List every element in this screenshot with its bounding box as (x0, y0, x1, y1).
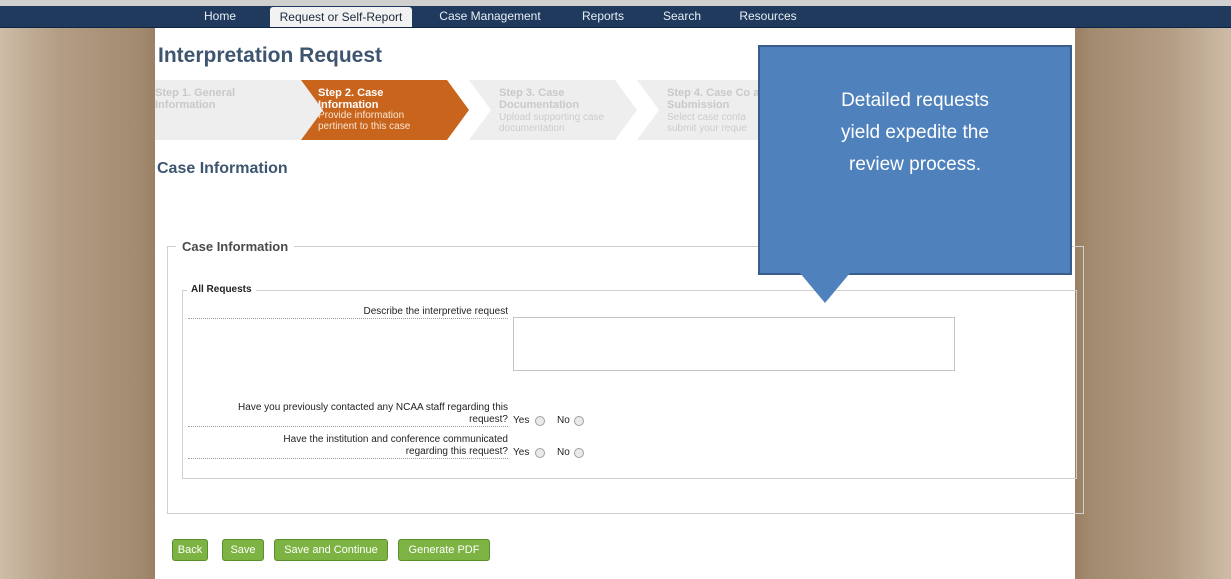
q1-label: Have you previously contacted any NCAA s… (188, 402, 508, 427)
q1-label-line2: request? (469, 414, 508, 425)
step-2-title: Step 2. Case Information (318, 87, 384, 111)
q2-yes-label: Yes (513, 447, 530, 458)
back-button[interactable]: Back (172, 539, 208, 561)
callout-line-2: yield expedite the (841, 122, 989, 143)
nav-search[interactable]: Search (652, 6, 712, 27)
nav-reports[interactable]: Reports (568, 6, 638, 27)
q2-no-label: No (557, 447, 570, 458)
q1-no-radio[interactable] (574, 416, 584, 426)
all-requests-group: All Requests Describe the interpretive r… (182, 284, 1077, 479)
step-3-desc: Upload supporting case documentation (499, 112, 605, 134)
callout-line-3: review process. (849, 154, 981, 175)
callout-line-1: Detailed requests (841, 90, 989, 111)
step-1[interactable]: Step 1. General Information (155, 80, 323, 140)
describe-label: Describe the interpretive request (188, 306, 508, 319)
case-information-fieldset: Case Information All Requests Describe t… (167, 239, 1084, 514)
step-2-desc: Provide information pertinent to this ca… (318, 110, 411, 132)
save-button[interactable]: Save (222, 539, 264, 561)
nav-home[interactable]: Home (190, 6, 250, 27)
describe-textarea[interactable] (513, 317, 955, 371)
step-3-title: Step 3. Case Documentation (499, 87, 580, 111)
fieldset-legend: Case Information (176, 239, 295, 254)
q2-yes-radio[interactable] (535, 448, 545, 458)
save-and-continue-button[interactable]: Save and Continue (274, 539, 388, 561)
nav-case-management[interactable]: Case Management (430, 6, 550, 27)
step-3[interactable]: Step 3. Case Documentation Upload suppor… (469, 80, 637, 140)
tip-callout: Detailed requests yield expedite the rev… (758, 45, 1072, 275)
section-title: Case Information (157, 160, 288, 177)
q1-label-line1: Have you previously contacted any NCAA s… (238, 402, 508, 413)
callout-text: Detailed requests yield expedite the rev… (760, 85, 1070, 181)
main-nav: Home Request or Self-Report Case Managem… (0, 6, 1231, 28)
callout-pointer (800, 273, 850, 303)
q2-label: Have the institution and conference comm… (188, 434, 508, 459)
q2-label-line2: regarding this request? (405, 446, 508, 457)
q1-yes-label: Yes (513, 415, 530, 426)
q1-no-label: No (557, 415, 570, 426)
inner-legend: All Requests (187, 284, 256, 295)
nav-resources[interactable]: Resources (728, 6, 808, 27)
nav-request-self-report[interactable]: Request or Self-Report (270, 7, 412, 27)
page-title: Interpretation Request (158, 44, 383, 67)
generate-pdf-button[interactable]: Generate PDF (398, 539, 490, 561)
step-1-title: Step 1. General Information (155, 87, 236, 111)
q2-label-line1: Have the institution and conference comm… (283, 434, 508, 445)
q2-no-radio[interactable] (574, 448, 584, 458)
step-2[interactable]: Step 2. Case Information Provide informa… (301, 80, 469, 140)
q1-yes-radio[interactable] (535, 416, 545, 426)
